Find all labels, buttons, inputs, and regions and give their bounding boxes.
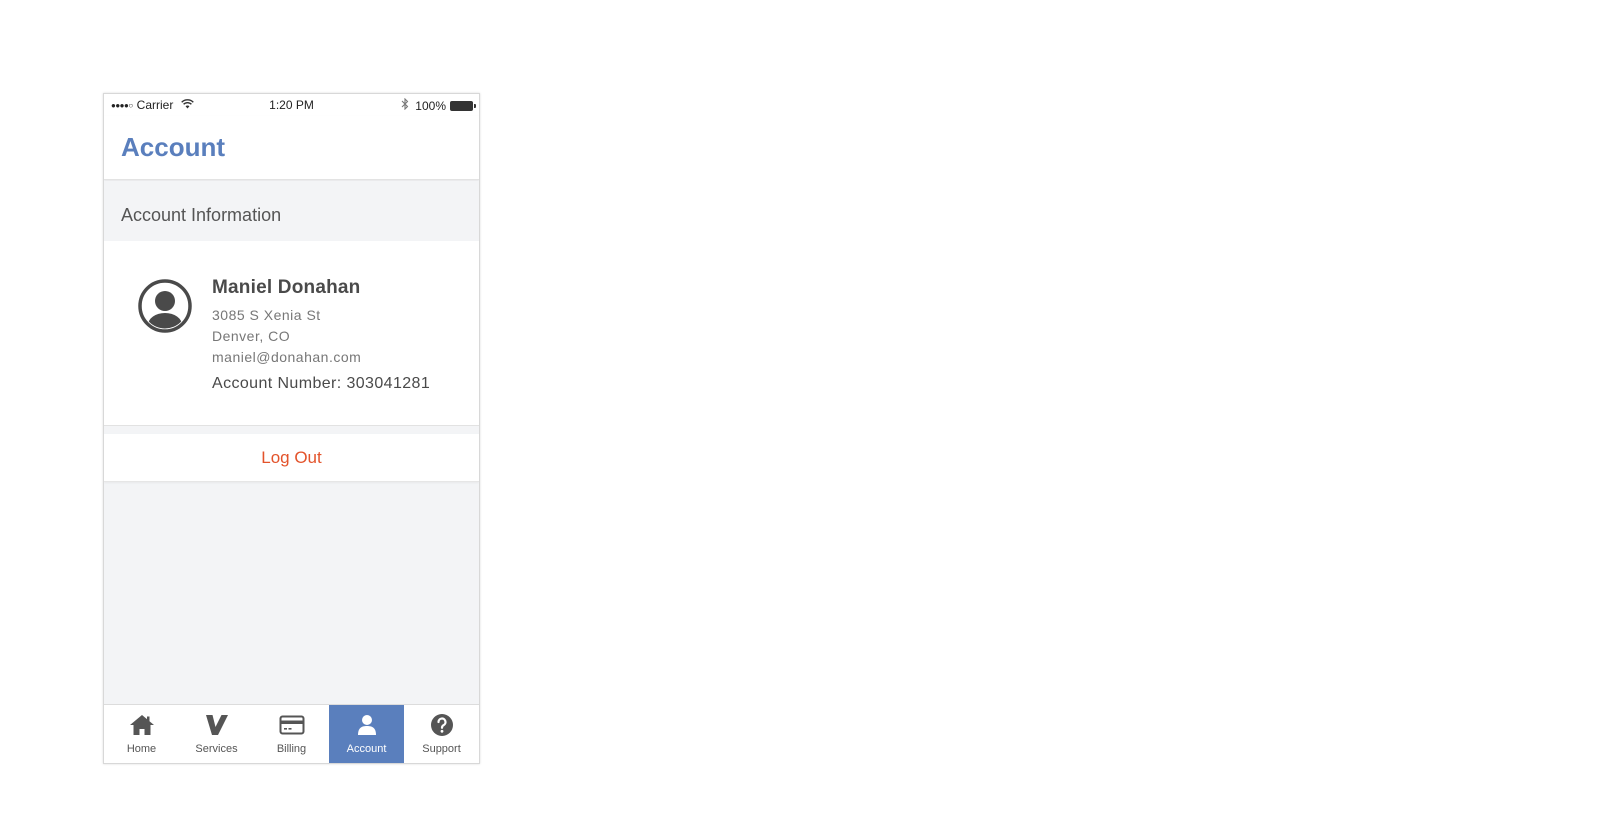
question-icon xyxy=(429,713,455,737)
logout-label: Log Out xyxy=(261,447,322,467)
section-title: Account Information xyxy=(121,205,282,225)
account-city: Denver, CO xyxy=(212,328,291,344)
logout-button[interactable]: Log Out xyxy=(104,434,479,482)
phone-screen: ●●●●○ Carrier 1:20 PM 100% Account Accou… xyxy=(103,93,480,764)
home-icon xyxy=(129,713,155,737)
credit-card-icon xyxy=(279,713,305,737)
account-email: maniel@donahan.com xyxy=(212,349,362,365)
page-title: Account xyxy=(121,132,225,162)
tab-support-label: Support xyxy=(422,743,461,755)
avatar-icon xyxy=(138,279,192,333)
account-number: Account Number: 303041281 xyxy=(212,375,431,392)
tab-services-label: Services xyxy=(195,743,238,755)
tab-billing-label: Billing xyxy=(276,743,307,755)
tab-billing[interactable]: Billing xyxy=(254,705,329,763)
account-card: Maniel Donahan 3085 S Xenia St Denver, C… xyxy=(104,241,479,426)
tab-home[interactable]: Home xyxy=(104,705,179,763)
tab-bar: Home Services Billing Account Support xyxy=(104,704,479,763)
tab-account[interactable]: Account xyxy=(329,705,404,763)
tab-home-label: Home xyxy=(126,743,157,755)
services-v-icon xyxy=(204,713,230,737)
tab-services[interactable]: Services xyxy=(179,705,254,763)
tab-account-label: Account xyxy=(346,743,387,755)
battery-percent: 100% xyxy=(415,98,446,113)
header: Account xyxy=(104,116,479,180)
account-street: 3085 S Xenia St xyxy=(212,307,321,323)
section-header: Account Information xyxy=(104,181,479,233)
status-right: 100% xyxy=(401,97,476,113)
account-name: Maniel Donahan xyxy=(212,277,361,298)
status-bar: ●●●●○ Carrier 1:20 PM 100% xyxy=(104,94,479,116)
battery-icon xyxy=(450,100,476,111)
tab-support[interactable]: Support xyxy=(404,705,479,763)
person-icon xyxy=(354,713,380,737)
bluetooth-icon xyxy=(401,97,409,113)
account-details: Maniel Donahan 3085 S Xenia St Denver, C… xyxy=(212,277,430,393)
